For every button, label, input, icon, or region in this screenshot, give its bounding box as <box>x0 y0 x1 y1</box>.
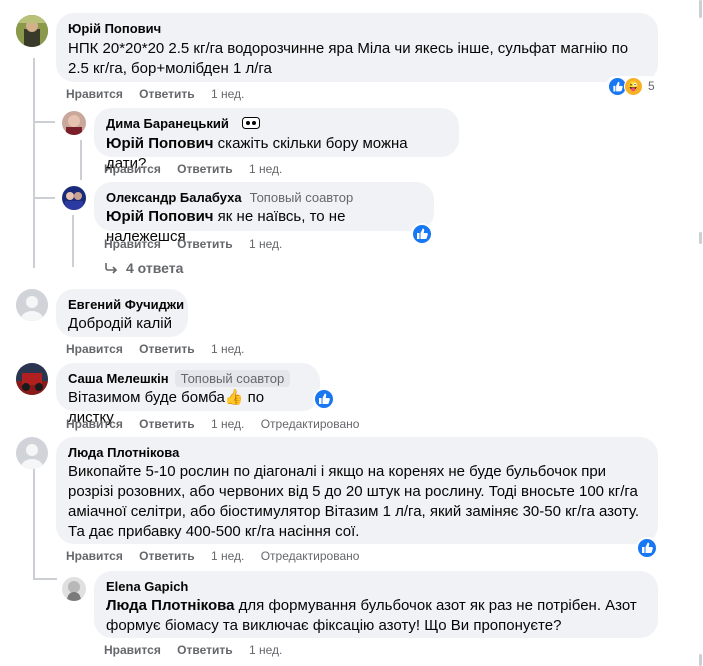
reply-button[interactable]: Ответить <box>139 549 194 563</box>
comment-text: НПК 20*20*20 2.5 кг/га водорозчинне яра … <box>68 40 629 77</box>
view-replies-link[interactable]: 4 ответа <box>104 260 183 276</box>
reply-button[interactable]: Ответить <box>177 162 232 176</box>
comment-bubble: Евгений Фучиджи Добродій калій <box>56 289 188 337</box>
comment-author[interactable]: Олександр Балабуха Топовый соавтор <box>106 189 422 206</box>
like-button[interactable]: Нравится <box>66 87 123 101</box>
reply-button[interactable]: Ответить <box>177 643 232 657</box>
like-reaction-icon[interactable] <box>636 537 658 559</box>
reply-arrow-icon <box>105 263 118 274</box>
comment-bubble: Elena Gapich Люда Плотнікова для формува… <box>94 571 658 638</box>
reaction-count: 5 <box>648 79 655 93</box>
reply-button[interactable]: Ответить <box>139 87 194 101</box>
thread-line <box>33 58 35 268</box>
comment-actions: Нравится Ответить 1 нед. <box>66 342 257 356</box>
thread-line-branch <box>33 197 55 199</box>
comment-actions: Нравится Ответить 1 нед. Отредактировано <box>66 417 372 431</box>
comment-actions: Нравится Ответить 1 нед. <box>104 162 295 176</box>
default-avatar-icon <box>16 289 48 321</box>
author-name[interactable]: Дима Баранецький <box>106 116 229 131</box>
avatar-photo-icon <box>62 111 86 135</box>
fan-badge-icon <box>242 116 261 133</box>
like-button[interactable]: Нравится <box>66 417 123 431</box>
avatar[interactable] <box>62 577 86 601</box>
comment-text: Добродій калій <box>68 315 172 332</box>
thread-line <box>80 140 82 180</box>
avatar[interactable] <box>16 437 48 469</box>
like-button[interactable]: Нравится <box>104 643 161 657</box>
timestamp[interactable]: 1 нед. <box>211 342 244 356</box>
comment-bubble: Люда Плотнікова Викопайте 5-10 рослин по… <box>56 437 658 544</box>
comment-bubble: Олександр Балабуха Топовый соавтор Юрій П… <box>94 182 434 245</box>
like-button[interactable]: Нравится <box>104 237 161 251</box>
comment-author[interactable]: Elena Gapich <box>106 578 646 595</box>
avatar[interactable] <box>62 111 86 135</box>
mention-link[interactable]: Юрій Попович <box>106 135 214 152</box>
avatar-photo-icon <box>62 186 86 210</box>
comment-author[interactable]: Люда Плотнікова <box>68 444 646 461</box>
scrollbar-thumb[interactable] <box>699 0 702 18</box>
avatar[interactable] <box>16 363 48 395</box>
top-contributor-badge: Топовый соавтор <box>174 370 291 387</box>
thread-line-branch <box>33 578 57 580</box>
reaction-summary[interactable]: 😜 5 <box>606 76 659 96</box>
avatar-photo-icon <box>62 577 86 601</box>
avatar[interactable] <box>16 15 48 47</box>
timestamp[interactable]: 1 нед. <box>249 162 282 176</box>
top-contributor-badge: Топовый соавтор <box>249 190 354 205</box>
timestamp[interactable]: 1 нед. <box>211 87 244 101</box>
replies-count[interactable]: 4 ответа <box>126 260 183 276</box>
comment-author[interactable]: Дима Баранецький <box>106 115 447 133</box>
reply-button[interactable]: Ответить <box>177 237 232 251</box>
haha-reaction-icon: 😜 <box>624 76 643 96</box>
like-reaction-icon[interactable] <box>313 388 335 410</box>
avatar-photo-icon <box>16 15 48 47</box>
avatar[interactable] <box>16 289 48 321</box>
avatar-photo-icon <box>16 363 48 395</box>
scrollbar-thumb[interactable] <box>699 654 702 666</box>
comment-text: Люда Плотнікова для формування бульбочок… <box>106 596 646 636</box>
mention-link[interactable]: Люда Плотнікова <box>106 597 234 614</box>
scrollbar-thumb[interactable] <box>699 232 702 244</box>
reply-button[interactable]: Ответить <box>139 342 194 356</box>
comment-author[interactable]: Саша Мелешкін Топовый соавтор <box>68 370 308 387</box>
reply-button[interactable]: Ответить <box>139 417 194 431</box>
comment-author[interactable]: Юрій Попович <box>68 20 646 37</box>
mention-link[interactable]: Юрій Попович <box>106 208 214 225</box>
like-button[interactable]: Нравится <box>104 162 161 176</box>
comment-bubble: Саша Мелешкін Топовый соавтор Вітазимом б… <box>56 363 320 426</box>
comment-actions: Нравится Ответить 1 нед. <box>104 643 295 657</box>
timestamp[interactable]: 1 нед. <box>249 237 282 251</box>
edited-label[interactable]: Отредактировано <box>261 417 360 431</box>
comment-actions: Нравится Ответить 1 нед. <box>104 237 295 251</box>
thread-line <box>33 468 35 578</box>
avatar[interactable] <box>62 186 86 210</box>
edited-label[interactable]: Отредактировано <box>261 549 360 563</box>
like-button[interactable]: Нравится <box>66 342 123 356</box>
thread-line <box>72 215 74 267</box>
author-name[interactable]: Олександр Балабуха <box>106 190 242 205</box>
comment-actions: Нравится Ответить 1 нед. <box>66 87 257 101</box>
comment-author[interactable]: Евгений Фучиджи <box>68 296 184 313</box>
comment-bubble: Юрій Попович НПК 20*20*20 2.5 кг/га водо… <box>56 13 658 82</box>
scrollbar-track[interactable] <box>698 0 703 666</box>
timestamp[interactable]: 1 нед. <box>249 643 282 657</box>
author-name[interactable]: Саша Мелешкін <box>68 371 169 386</box>
comment-text: Викопайте 5-10 рослин по діагоналі і якщ… <box>68 463 640 540</box>
thread-line-branch <box>33 121 55 123</box>
like-reaction-icon[interactable] <box>411 223 433 245</box>
like-button[interactable]: Нравится <box>66 549 123 563</box>
default-avatar-icon <box>16 437 48 469</box>
comment-actions: Нравится Ответить 1 нед. Отредактировано <box>66 549 372 563</box>
comment-bubble: Дима Баранецький Юрій Попович скажіть ск… <box>94 108 459 172</box>
timestamp[interactable]: 1 нед. <box>211 417 244 431</box>
timestamp[interactable]: 1 нед. <box>211 549 244 563</box>
